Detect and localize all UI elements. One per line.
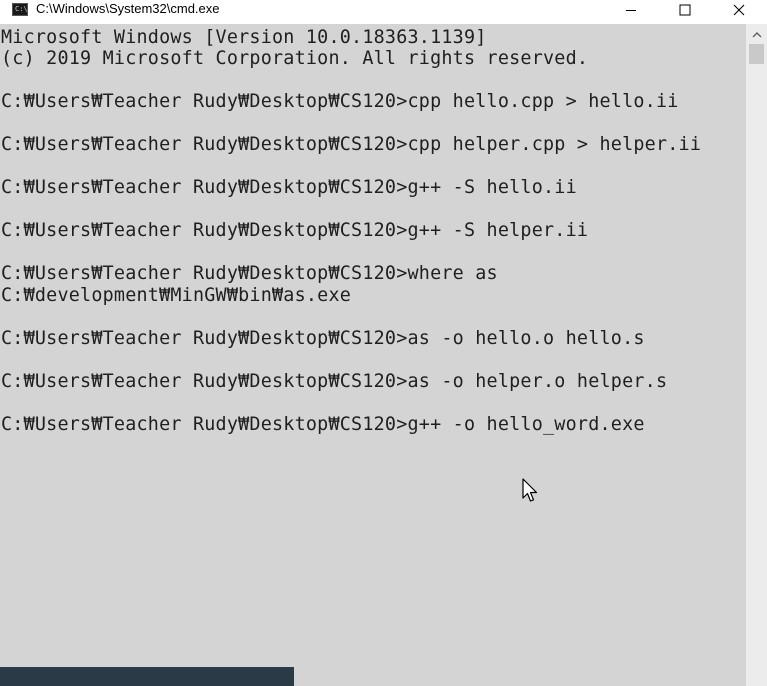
console-line: C:₩Users₩Teacher Rudy₩Desktop₩CS120>cpp … — [1, 91, 679, 112]
taskbar-strip — [0, 667, 294, 686]
console-line: C:₩Users₩Teacher Rudy₩Desktop₩CS120>g++ … — [1, 220, 589, 241]
maximize-icon — [679, 4, 691, 16]
cmd-app-icon-label: C:\ — [15, 5, 28, 13]
minimize-icon — [626, 10, 636, 11]
console-line: Microsoft Windows [Version 10.0.18363.11… — [1, 27, 487, 48]
maximize-button[interactable] — [659, 0, 711, 20]
window-title: C:\Windows\System32\cmd.exe — [36, 1, 220, 16]
mouse-pointer-icon — [522, 478, 538, 502]
title-bar[interactable]: C:\ C:\Windows\System32\cmd.exe — [0, 0, 767, 24]
console-line: C:₩Users₩Teacher Rudy₩Desktop₩CS120>wher… — [1, 263, 498, 284]
close-button[interactable] — [713, 0, 765, 20]
chevron-up-icon — [752, 32, 761, 38]
close-icon — [733, 4, 745, 16]
console-line: C:₩Users₩Teacher Rudy₩Desktop₩CS120>g++ … — [1, 177, 577, 198]
scroll-up-button[interactable] — [746, 28, 767, 42]
console-line: C:₩development₩MinGW₩bin₩as.exe — [1, 285, 352, 306]
console-output[interactable]: Microsoft Windows [Version 10.0.18363.11… — [0, 24, 746, 686]
console-line: (c) 2019 Microsoft Corporation. All righ… — [1, 48, 589, 69]
cmd-window: C:\ C:\Windows\System32\cmd.exe Microsof… — [0, 0, 767, 686]
minimize-button[interactable] — [605, 0, 657, 20]
vertical-scrollbar[interactable] — [746, 24, 767, 686]
console-line: C:₩Users₩Teacher Rudy₩Desktop₩CS120>as -… — [1, 328, 645, 349]
console-line: C:₩Users₩Teacher Rudy₩Desktop₩CS120>as -… — [1, 371, 668, 392]
scroll-thumb[interactable] — [749, 44, 764, 64]
console-line: C:₩Users₩Teacher Rudy₩Desktop₩CS120>cpp … — [1, 134, 702, 155]
cmd-app-icon[interactable]: C:\ — [12, 3, 28, 16]
console-line: C:₩Users₩Teacher Rudy₩Desktop₩CS120>g++ … — [1, 414, 645, 435]
